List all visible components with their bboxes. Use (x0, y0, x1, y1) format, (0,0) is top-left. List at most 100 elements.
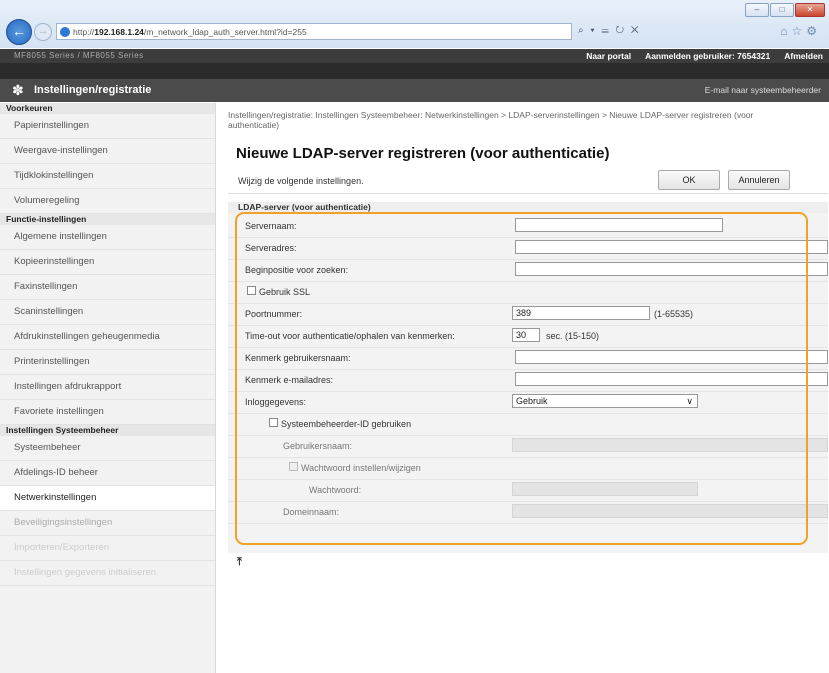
row-server-name: Servernaam: (228, 215, 828, 238)
use-admin-id-label: Systeembeheerder-ID gebruiken (281, 419, 412, 429)
email-attr-input[interactable] (515, 372, 828, 386)
sidebar-item-report[interactable]: Instellingen afdrukrapport (0, 375, 215, 400)
settings-header: ✽ Instellingen/registratie E-mail naar s… (0, 79, 829, 102)
forward-arrow-icon[interactable]: → (34, 23, 52, 41)
search-start-label: Beginpositie voor zoeken: (245, 265, 349, 275)
breadcrumb: Instellingen/registratie: Instellingen S… (228, 110, 754, 130)
row-timeout: Time-out voor authenticatie/ophalen van … (228, 325, 828, 348)
username-label: Gebruikersnaam: (283, 441, 353, 451)
sidebar-item-scan[interactable]: Scaninstellingen (0, 300, 215, 325)
row-use-admin-id: Systeembeheerder-ID gebruiken (228, 413, 828, 436)
close-button[interactable]: ✕ (795, 3, 825, 17)
sidebar-item-import-export[interactable]: Importeren/Exporteren (0, 536, 215, 561)
home-icon[interactable]: ⌂ (780, 24, 791, 38)
logout-link[interactable]: Afmelden (784, 49, 823, 63)
cancel-button[interactable]: Annuleren (728, 170, 790, 190)
timeout-input[interactable]: 30 (512, 328, 540, 342)
sidebar-item-network[interactable]: Netwerkinstellingen (0, 486, 215, 511)
ie-page-icon (60, 27, 70, 37)
sidebar-heading-preferences: Voorkeuren (0, 103, 215, 114)
server-address-input[interactable] (515, 240, 828, 254)
sidebar-item-favorites[interactable]: Favoriete instellingen (0, 400, 215, 425)
row-set-password: Wachtwoord instellen/wijzigen (228, 457, 828, 480)
sidebar-item-fax[interactable]: Faxinstellingen (0, 275, 215, 300)
set-password-checkbox[interactable] (289, 462, 298, 471)
row-username-attr: Kenmerk gebruikersnaam: (228, 347, 828, 370)
email-attr-label: Kenmerk e-mailadres: (245, 375, 334, 385)
sidebar-item-paper[interactable]: Papierinstellingen (0, 114, 215, 139)
login-info-value: Gebruik (516, 396, 548, 406)
sidebar-item-copy[interactable]: Kopieerinstellingen (0, 250, 215, 275)
row-username: Gebruikersnaam: (228, 435, 828, 458)
password-label: Wachtwoord: (309, 485, 362, 495)
settings-gear-icon[interactable]: ⚙ (806, 24, 821, 38)
back-arrow-icon[interactable]: ← (6, 19, 32, 45)
sidebar-heading-admin: Instellingen Systeembeheer (0, 425, 215, 436)
sidebar-item-volume[interactable]: Volumeregeling (0, 189, 215, 214)
row-domain: Domeinnaam: (228, 501, 828, 524)
row-password: Wachtwoord: (228, 479, 828, 502)
instruction-text: Wijzig de volgende instellingen. (238, 176, 364, 186)
portal-link[interactable]: Naar portal (586, 49, 631, 63)
header-title: Instellingen/registratie (34, 84, 152, 96)
password-input[interactable] (512, 482, 698, 496)
sidebar-item-printer[interactable]: Printerinstellingen (0, 350, 215, 375)
sidebar-item-initialize[interactable]: Instellingen gegevens initialiseren (0, 561, 215, 586)
back-to-top-icon[interactable]: ⤒ (237, 556, 242, 569)
use-ssl-checkbox[interactable] (247, 286, 256, 295)
settings-icon: ✽ (12, 82, 24, 98)
url-prefix: http:// (73, 27, 95, 37)
top-bar: MF8055 Series / MF8055 Series Naar porta… (0, 49, 829, 63)
ok-button[interactable]: OK (658, 170, 720, 190)
sidebar-item-department-id[interactable]: Afdelings-ID beheer (0, 461, 215, 486)
maximize-button[interactable]: □ (770, 3, 794, 17)
server-name-input[interactable] (515, 218, 723, 232)
mail-admin-link[interactable]: E-mail naar systeembeheerder (705, 85, 821, 95)
port-input[interactable]: 389 (512, 306, 650, 320)
use-admin-id-checkbox[interactable] (269, 418, 278, 427)
row-search-start: Beginpositie voor zoeken: (228, 259, 828, 282)
username-attr-input[interactable] (515, 350, 828, 364)
login-info-select[interactable]: Gebruik ∨ (512, 394, 698, 408)
sidebar-item-general[interactable]: Algemene instellingen (0, 225, 215, 250)
login-info-label: Inloggegevens: (245, 397, 307, 407)
set-password-label: Wachtwoord instellen/wijzigen (301, 463, 421, 473)
chevron-down-icon: ∨ (686, 396, 693, 406)
row-email-attr: Kenmerk e-mailadres: (228, 369, 828, 392)
use-ssl-label: Gebruik SSL (259, 287, 311, 297)
product-name: MF8055 Series / MF8055 Series (14, 51, 144, 60)
search-start-input[interactable] (515, 262, 828, 276)
sidebar-item-security[interactable]: Beveiligingsinstellingen (0, 511, 215, 536)
domain-input[interactable] (512, 504, 828, 518)
server-name-label: Servernaam: (245, 221, 297, 231)
window-controls: – □ ✕ (745, 3, 825, 17)
port-label: Poortnummer: (245, 309, 303, 319)
header-strip (0, 63, 829, 79)
username-input[interactable] (512, 438, 828, 452)
domain-label: Domeinnaam: (283, 507, 340, 517)
url-path: /m_network_ldap_auth_server.html?id=255 (143, 27, 307, 37)
port-range: (1-65535) (654, 309, 694, 319)
sidebar-item-timer[interactable]: Tijdklokinstellingen (0, 164, 215, 189)
address-bar[interactable]: http://192.168.1.24/m_network_ldap_auth_… (56, 23, 572, 40)
sidebar-heading-function: Functie-instellingen (0, 214, 215, 225)
sidebar-item-memory-print[interactable]: Afdrukinstellingen geheugenmedia (0, 325, 215, 350)
section-heading: LDAP-server (voor authenticatie) (228, 202, 828, 213)
login-user-label: Aanmelden gebruiker: 7654321 (645, 51, 771, 61)
favorites-star-icon[interactable]: ☆ (791, 24, 806, 38)
row-server-address: Serveradres: (228, 237, 828, 260)
sidebar-item-display[interactable]: Weergave-instellingen (0, 139, 215, 164)
sidebar: Voorkeuren Papierinstellingen Weergave-i… (0, 103, 216, 673)
ldap-form: Servernaam: Serveradres: Beginpositie vo… (228, 213, 828, 553)
sidebar-item-system-admin[interactable]: Systeembeheer (0, 436, 215, 461)
timeout-range: sec. (15-150) (546, 331, 600, 341)
server-address-label: Serveradres: (245, 243, 297, 253)
minimize-button[interactable]: – (745, 3, 769, 17)
page-title: Nieuwe LDAP-server registreren (voor aut… (236, 145, 610, 162)
browser-toolbar-icons: ⌂☆⚙ (780, 24, 821, 38)
main-content: Instellingen/registratie: Instellingen S… (228, 110, 828, 553)
username-attr-label: Kenmerk gebruikersnaam: (245, 353, 351, 363)
timeout-label: Time-out voor authenticatie/ophalen van … (245, 331, 455, 341)
address-tools[interactable]: ⌕ ▾ ☰ ↻ ✕ (578, 25, 640, 36)
row-use-ssl: Gebruik SSL (228, 281, 828, 304)
